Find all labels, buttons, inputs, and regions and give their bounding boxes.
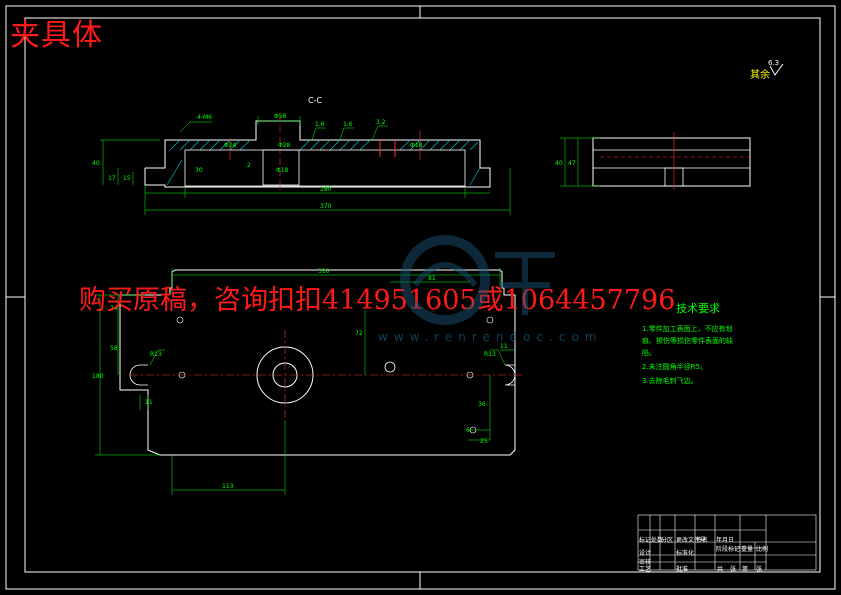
tech-note-line-1: 1.零件加工表面上，不应有划 [642, 325, 733, 333]
dim-top-bore: Φ58 [274, 113, 287, 120]
plan-dim-11b: 11 [500, 343, 508, 350]
tech-requirements-title: 技术要求 [676, 302, 720, 315]
plan-dim-113: 113 [222, 483, 234, 490]
plan-dim-11: 11 [145, 399, 153, 406]
surface-finish-label: 其余 [750, 70, 770, 81]
roughness-symbol-icon [770, 64, 784, 76]
tb-cell-13: 工艺 [639, 566, 652, 573]
tb-cell-16: 张 [730, 566, 737, 573]
dim-small-bore: Φ18 [276, 167, 289, 174]
roughness-1: 1.6 [315, 121, 325, 128]
plan-dim-6: 6 [466, 427, 470, 434]
tb-cell-3: 分区 [661, 537, 674, 544]
tb-cell-7: 设计 [639, 550, 652, 557]
section-label: C-C [308, 96, 322, 105]
roughness-2: 1.6 [343, 121, 353, 128]
plan-dim-72: 72 [355, 330, 363, 337]
plan-dim-58: 58 [110, 345, 118, 352]
dim-h17: 17 [108, 175, 116, 182]
dim-h15: 15 [123, 175, 131, 182]
plan-dim-180: 180 [92, 373, 104, 380]
plan-dim-310: 310 [318, 268, 330, 275]
dim-h2: 2 [247, 162, 251, 169]
tb-cell-18: 张 [756, 566, 763, 573]
dim-height: 40 [92, 160, 100, 167]
tech-note-line-4: 2.未注圆角半径R5。 [642, 363, 707, 371]
tb-cell-10: 重量 [741, 546, 754, 553]
tech-note-line-5: 3.去除毛刺飞边。 [642, 377, 698, 385]
tb-cell-15: 共 [717, 566, 724, 573]
watermark-url: www.renrendoc.com [378, 330, 603, 344]
tb-cell-5: 签名 [696, 537, 709, 544]
tb-cell-17: 第 [742, 566, 749, 573]
dim-h30: 30 [195, 167, 203, 174]
plan-radius-right: R13 [484, 351, 496, 358]
plan-dim-36: 36 [478, 401, 486, 408]
tb-cell-1: 标记 [639, 537, 652, 544]
plan-dim-25: 25 [480, 438, 488, 445]
dim-w280: 280 [320, 186, 332, 193]
dim-left-bore: Φ24 [224, 142, 237, 149]
tb-cell-8: 标准化 [676, 550, 695, 557]
section-view: C-C Φ58 4-M6 Φ24 Φ28 Φ18 Φ18 1.6 1.6 3.2… [92, 96, 511, 215]
roughness-3: 3.2 [376, 119, 386, 126]
tb-cell-6: 年月日 [716, 537, 735, 544]
dim-center-bore: Φ28 [278, 142, 291, 149]
tb-cell-9: 阶段标记 [716, 546, 741, 553]
side-view: 40 47 [555, 132, 751, 190]
overlay-title: 夹具体 [10, 18, 103, 53]
plan-radius-left: R13 [150, 351, 162, 358]
tb-cell-11: 比例 [756, 546, 769, 553]
tb-cell-14: 批准 [676, 566, 689, 573]
tech-note-line-2: 痕、擦伤等损伤零件表面的缺 [642, 337, 733, 345]
dim-right-bore: Φ18 [410, 142, 423, 149]
dim-thread: 4-M6 [197, 114, 212, 121]
side-dim-40: 40 [555, 160, 563, 167]
dim-w370: 370 [320, 203, 332, 210]
overlay-banner: 购买原稿，咨询扣扣414951605或1064457796 [79, 285, 676, 316]
side-dim-47: 47 [568, 160, 576, 167]
watermark-logo-icon [400, 235, 555, 325]
tech-note-line-3: 陷。 [642, 349, 656, 357]
